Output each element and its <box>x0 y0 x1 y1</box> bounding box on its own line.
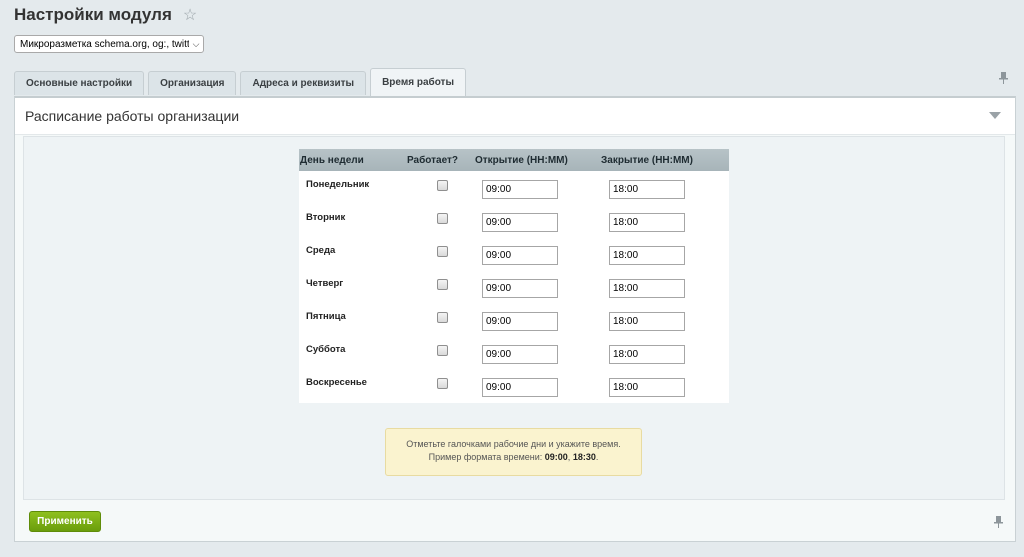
close-cell: 18:00 <box>601 270 729 303</box>
collapse-arrow-icon[interactable] <box>989 112 1001 119</box>
close-cell: 18:00 <box>601 336 729 369</box>
hint-example-1: 09:00 <box>544 452 568 462</box>
open-cell: 09:00 <box>475 204 601 237</box>
pin-icon[interactable] <box>994 516 1003 531</box>
open-time-input[interactable]: 09:00 <box>482 213 558 232</box>
table-header: День недели Работает? Открытие (HH:MM) З… <box>299 149 729 171</box>
column-header-close: Закрытие (HH:MM) <box>601 154 693 166</box>
works-checkbox[interactable] <box>437 180 448 191</box>
works-cell <box>407 237 475 270</box>
tab-organization[interactable]: Организация <box>148 71 237 95</box>
pin-icon[interactable] <box>999 72 1008 87</box>
close-time-input[interactable]: 18:00 <box>609 279 685 298</box>
hint-line-1: Отметьте галочками рабочие дни и укажите… <box>406 439 621 449</box>
close-cell: 18:00 <box>601 369 729 402</box>
works-checkbox[interactable] <box>437 378 448 389</box>
schedule-table: День недели Работает? Открытие (HH:MM) З… <box>299 149 729 403</box>
open-time-input[interactable]: 09:00 <box>482 312 558 331</box>
table-row: Среда 09:00 18:00 <box>299 237 729 270</box>
close-time-input[interactable]: 18:00 <box>609 345 685 364</box>
table-row: Пятница 09:00 18:00 <box>299 303 729 336</box>
tab-label: Организация <box>160 78 225 89</box>
page-title: Настройки модуля ☆ <box>14 5 197 25</box>
open-cell: 09:00 <box>475 237 601 270</box>
day-label: Вторник <box>306 212 346 223</box>
tab-label: Основные настройки <box>26 78 133 89</box>
open-cell: 09:00 <box>475 171 601 204</box>
open-cell: 09:00 <box>475 270 601 303</box>
tab-main-settings[interactable]: Основные настройки <box>14 71 145 95</box>
settings-panel: Расписание работы организации День недел… <box>14 96 1016 542</box>
works-checkbox[interactable] <box>437 279 448 290</box>
table-row: Вторник 09:00 18:00 <box>299 204 729 237</box>
day-label: Пятница <box>306 311 346 322</box>
open-time-input[interactable]: 09:00 <box>482 345 558 364</box>
page-title-text: Настройки модуля <box>14 5 172 24</box>
close-time-input[interactable]: 18:00 <box>609 246 685 265</box>
close-cell: 18:00 <box>601 237 729 270</box>
module-select[interactable]: Микроразметка schema.org, og:, twitter: … <box>14 35 204 53</box>
hint-example-2: 18:30 <box>572 452 596 462</box>
apply-button[interactable]: Применить <box>29 511 101 532</box>
close-cell: 18:00 <box>601 171 729 204</box>
hint-suffix: . <box>595 452 599 462</box>
hint-prefix: Пример формата времени: <box>428 452 545 462</box>
column-header-day: День недели <box>300 154 364 166</box>
works-cell <box>407 336 475 369</box>
works-checkbox[interactable] <box>437 312 448 323</box>
table-row: Суббота 09:00 18:00 <box>299 336 729 369</box>
works-cell <box>407 204 475 237</box>
open-cell: 09:00 <box>475 369 601 402</box>
tab-working-hours[interactable]: Время работы <box>370 68 466 96</box>
works-cell <box>407 369 475 402</box>
close-time-input[interactable]: 18:00 <box>609 213 685 232</box>
tab-label: Время работы <box>382 77 454 88</box>
day-label: Среда <box>306 245 336 256</box>
close-cell: 18:00 <box>601 204 729 237</box>
star-icon[interactable]: ☆ <box>183 5 197 25</box>
hint-line-2: Пример формата времени: 09:00, 18:30. <box>386 451 641 464</box>
open-cell: 09:00 <box>475 336 601 369</box>
module-select-value: Микроразметка schema.org, og:, twitter: <box>20 38 189 50</box>
table-row: Воскресенье 09:00 18:00 <box>299 369 729 402</box>
close-time-input[interactable]: 18:00 <box>609 312 685 331</box>
day-label: Понедельник <box>306 179 370 190</box>
works-checkbox[interactable] <box>437 345 448 356</box>
open-time-input[interactable]: 09:00 <box>482 246 558 265</box>
day-label: Воскресенье <box>306 377 367 388</box>
works-cell <box>407 270 475 303</box>
panel-header: Расписание работы организации <box>15 98 1015 135</box>
close-cell: 18:00 <box>601 303 729 336</box>
pin-icon-svg <box>999 72 1008 84</box>
open-time-input[interactable]: 09:00 <box>482 378 558 397</box>
open-time-input[interactable]: 09:00 <box>482 279 558 298</box>
works-checkbox[interactable] <box>437 213 448 224</box>
tab-label: Адреса и реквизиты <box>252 78 355 89</box>
panel-body: День недели Работает? Открытие (HH:MM) З… <box>23 136 1005 500</box>
table-row: Четверг 09:00 18:00 <box>299 270 729 303</box>
tabs-bar: Основные настройки Организация Адреса и … <box>14 68 466 96</box>
pin-icon-svg <box>994 516 1003 528</box>
column-header-works: Работает? <box>407 154 459 166</box>
day-label: Суббота <box>306 344 346 355</box>
tab-addresses[interactable]: Адреса и реквизиты <box>240 71 367 95</box>
chevron-down-icon: ⌵ <box>192 38 200 49</box>
works-checkbox[interactable] <box>437 246 448 257</box>
table-row: Понедельник 09:00 18:00 <box>299 171 729 204</box>
close-time-input[interactable]: 18:00 <box>609 378 685 397</box>
hint-box: Отметьте галочками рабочие дни и укажите… <box>385 428 642 476</box>
open-time-input[interactable]: 09:00 <box>482 180 558 199</box>
open-cell: 09:00 <box>475 303 601 336</box>
column-header-open: Открытие (HH:MM) <box>475 154 568 166</box>
close-time-input[interactable]: 18:00 <box>609 180 685 199</box>
works-cell <box>407 171 475 204</box>
day-label: Четверг <box>306 278 344 289</box>
panel-title: Расписание работы организации <box>25 108 240 124</box>
works-cell <box>407 303 475 336</box>
